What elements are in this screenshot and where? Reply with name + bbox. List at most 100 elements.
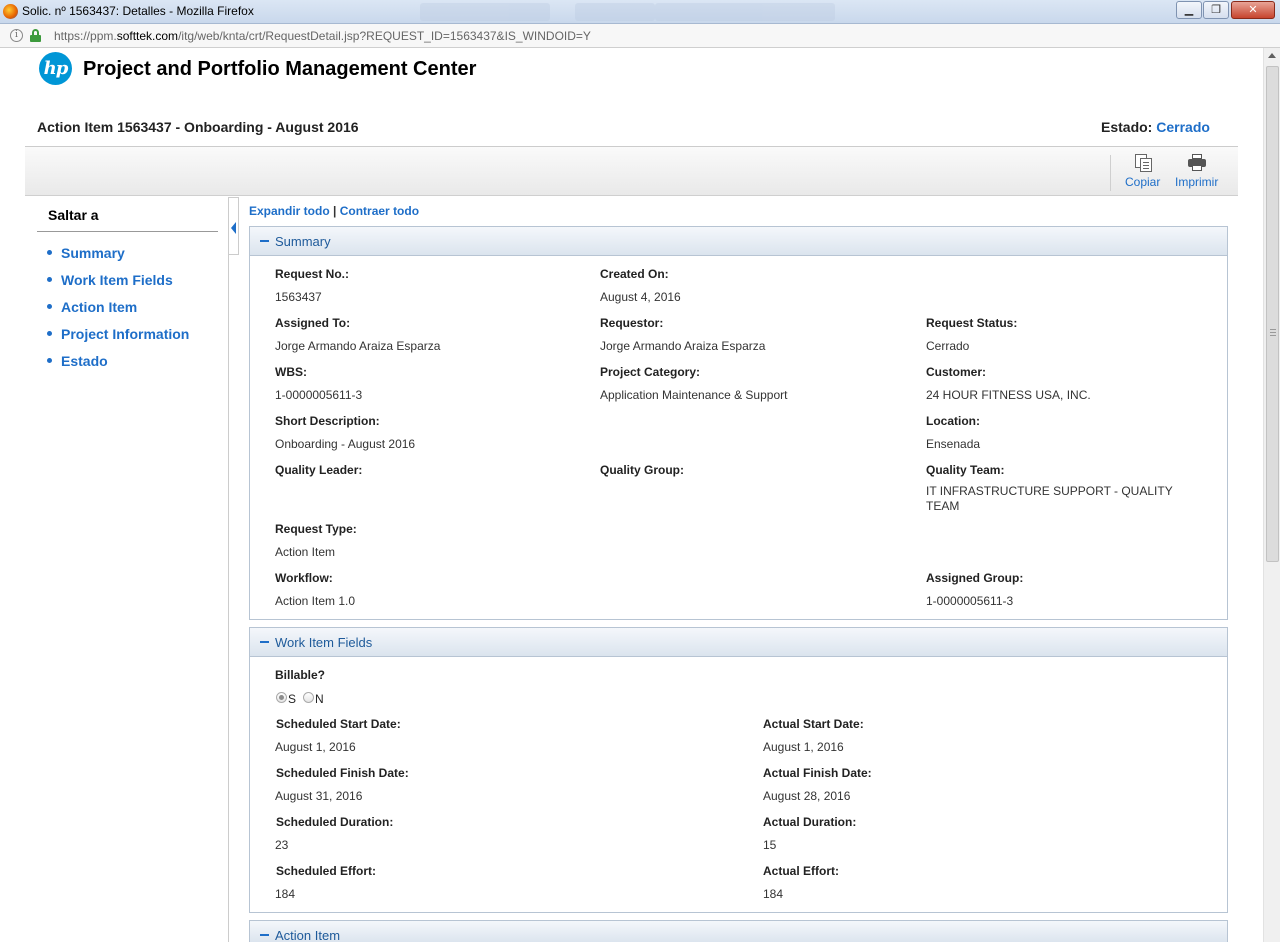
action-item-section-header[interactable]: Action Item <box>250 921 1227 942</box>
field-value: August 31, 2016 <box>275 789 363 803</box>
field-label: Actual Duration: <box>763 815 857 829</box>
scroll-up-arrow-icon[interactable] <box>1268 53 1276 58</box>
sidebar-item-summary[interactable]: Summary <box>47 245 125 261</box>
field-value: Cerrado <box>926 339 970 353</box>
field-label: Quality Leader: <box>275 463 363 477</box>
action-item-section: Action Item <box>249 920 1228 942</box>
status-value[interactable]: Cerrado <box>1156 119 1210 135</box>
field-label: Actual Effort: <box>763 864 839 878</box>
field-value: Application Maintenance & Support <box>600 388 788 402</box>
summary-section-header[interactable]: Summary <box>250 227 1227 256</box>
sidebar-heading: Saltar a <box>48 207 99 223</box>
toolbar-separator <box>1110 155 1111 191</box>
field-label: Request No.: <box>275 267 350 281</box>
app-title: Project and Portfolio Management Center <box>83 58 477 80</box>
field-label: Request Status: <box>926 316 1018 330</box>
field-value: 184 <box>275 887 296 901</box>
field-value: 15 <box>763 838 777 852</box>
bullet-icon <box>47 250 52 255</box>
sidebar-item-action-item[interactable]: Action Item <box>47 299 137 315</box>
section-title: Summary <box>275 234 331 249</box>
field-value: 1-0000005611-3 <box>275 388 363 402</box>
field-value: 184 <box>763 887 784 901</box>
url-text[interactable]: https://ppm.softtek.com/itg/web/knta/crt… <box>54 29 591 43</box>
background-tab[interactable] <box>655 3 835 21</box>
collapse-minus-icon[interactable] <box>260 240 269 242</box>
copy-label: Copiar <box>1125 175 1161 189</box>
expand-all-link[interactable]: Expandir todo <box>249 204 330 218</box>
field-label: Location: <box>926 414 980 428</box>
grip-icon <box>1270 329 1276 336</box>
collapse-sidebar-button[interactable] <box>229 197 239 255</box>
field-label: Actual Start Date: <box>763 717 864 731</box>
summary-section: Summary Request No.: 1563437 Created On:… <box>249 226 1228 620</box>
field-label: Assigned To: <box>275 316 351 330</box>
field-value: 24 HOUR FITNESS USA, INC. <box>926 388 1091 402</box>
vertical-scrollbar[interactable] <box>1263 48 1280 942</box>
field-label: Project Category: <box>600 365 701 379</box>
field-label: Billable? <box>275 668 326 682</box>
expand-collapse-links: Expandir todo | Contraer todo <box>249 204 419 218</box>
window-title: Solic. nº 1563437: Detalles - Mozilla Fi… <box>22 4 254 18</box>
field-label: Scheduled Start Date: <box>276 717 401 731</box>
lock-icon[interactable] <box>30 29 41 42</box>
section-title: Work Item Fields <box>275 635 373 650</box>
collapse-minus-icon[interactable] <box>260 641 269 643</box>
bullet-icon <box>47 304 52 309</box>
field-value: August 4, 2016 <box>600 290 681 304</box>
field-label: Assigned Group: <box>926 571 1024 585</box>
field-value: August 28, 2016 <box>763 789 851 803</box>
scrollbar-thumb[interactable] <box>1266 66 1279 562</box>
field-value: Jorge Armando Araiza Esparza <box>275 339 441 353</box>
sidebar-item-work-item-fields[interactable]: Work Item Fields <box>47 272 173 288</box>
field-value: 1563437 <box>275 290 322 304</box>
field-label: Requestor: <box>600 316 664 330</box>
link-separator: | <box>333 204 337 218</box>
close-button[interactable]: ✕ <box>1231 1 1275 19</box>
address-bar[interactable]: i https://ppm.softtek.com/itg/web/knta/c… <box>0 24 1280 48</box>
radio-label: N <box>315 692 324 706</box>
field-value: Jorge Armando Araiza Esparza <box>600 339 766 353</box>
field-value: 1-0000005611-3 <box>926 594 1014 608</box>
maximize-button[interactable]: ❐ <box>1203 1 1229 19</box>
sidebar-item-project-information[interactable]: Project Information <box>47 326 189 342</box>
field-value: Onboarding - August 2016 <box>275 437 416 451</box>
collapse-all-link[interactable]: Contraer todo <box>340 204 419 218</box>
sidebar-item-estado[interactable]: Estado <box>47 353 108 369</box>
background-tab[interactable] <box>420 3 550 21</box>
firefox-icon <box>3 4 18 19</box>
minimize-button[interactable]: ▁ <box>1176 1 1202 19</box>
jump-to-sidebar: Saltar a Summary Work Item Fields Action… <box>25 197 229 942</box>
field-value: August 1, 2016 <box>763 740 844 754</box>
print-button[interactable]: Imprimir <box>1175 153 1218 189</box>
section-title: Action Item <box>275 928 341 942</box>
printer-icon <box>1187 153 1207 173</box>
field-value: Action Item 1.0 <box>275 594 356 608</box>
info-icon[interactable]: i <box>10 29 23 42</box>
field-label: Quality Group: <box>600 463 684 477</box>
sidebar-divider <box>37 231 218 232</box>
field-label: Short Description: <box>275 414 380 428</box>
collapse-left-icon <box>231 222 236 234</box>
copy-button[interactable]: Copiar <box>1125 153 1160 189</box>
field-value: IT INFRASTRUCTURE SUPPORT - QUALITY TEAM <box>926 484 1173 513</box>
print-label: Imprimir <box>1175 175 1219 189</box>
status-label: Estado: <box>1101 119 1153 135</box>
background-tabs <box>420 3 880 21</box>
bullet-icon <box>47 358 52 363</box>
field-label: Scheduled Finish Date: <box>276 766 409 780</box>
page-title: Action Item 1563437 - Onboarding - Augus… <box>37 119 359 135</box>
work-item-fields-section-header[interactable]: Work Item Fields <box>250 628 1227 657</box>
bullet-icon <box>47 277 52 282</box>
field-value: Action Item <box>275 545 336 559</box>
field-label: Workflow: <box>275 571 333 585</box>
field-label: Quality Team: <box>926 463 1005 477</box>
field-label: Actual Finish Date: <box>763 766 872 780</box>
billable-radio-s[interactable] <box>276 692 287 703</box>
field-label: Customer: <box>926 365 987 379</box>
toolbar: Copiar Imprimir <box>25 147 1238 196</box>
background-tab[interactable] <box>575 3 655 21</box>
billable-radio-n[interactable] <box>303 692 314 703</box>
field-value: Ensenada <box>926 437 981 451</box>
collapse-minus-icon[interactable] <box>260 934 269 936</box>
